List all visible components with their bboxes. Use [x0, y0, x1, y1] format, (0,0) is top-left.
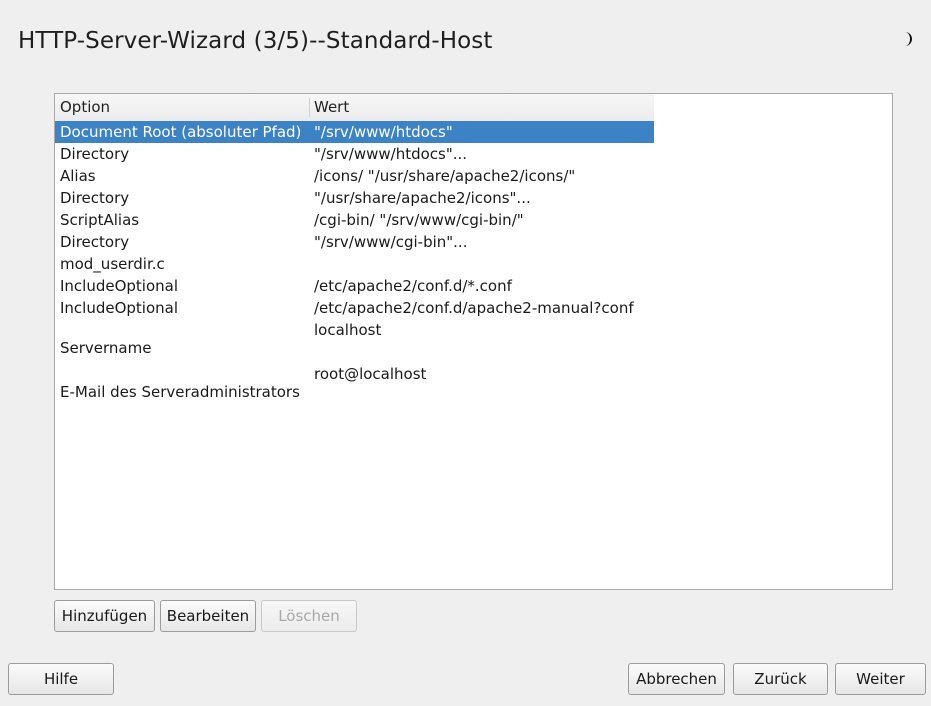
- value-cell: "/srv/www/cgi-bin"...: [314, 233, 468, 251]
- table-row[interactable]: Directory "/srv/www/htdocs"...: [55, 143, 892, 165]
- option-cell: ScriptAlias: [60, 211, 140, 229]
- table-row[interactable]: Alias /icons/ "/usr/share/apache2/icons/…: [55, 165, 892, 187]
- value-cell: /etc/apache2/conf.d/apache2-manual?conf: [314, 299, 634, 317]
- option-cell: Servername: [60, 339, 152, 357]
- abort-button[interactable]: Abbrechen: [628, 663, 725, 695]
- value-cell: "/usr/share/apache2/icons"...: [314, 189, 531, 207]
- next-button[interactable]: Weiter: [835, 663, 926, 695]
- table-row[interactable]: E-Mail des Serveradministrators root@loc…: [55, 363, 892, 407]
- table-row[interactable]: Directory "/usr/share/apache2/icons"...: [55, 187, 892, 209]
- table-body: Document Root (absoluter Pfad) "/srv/www…: [55, 121, 892, 407]
- option-cell: Directory: [60, 233, 130, 251]
- table-row[interactable]: mod_userdir.c: [55, 253, 892, 275]
- value-cell: root@localhost: [314, 365, 427, 383]
- option-cell: IncludeOptional: [60, 277, 179, 295]
- help-button[interactable]: Hilfe: [8, 663, 114, 695]
- moon-icon: [905, 32, 912, 46]
- options-table[interactable]: Option Wert Document Root (absoluter Pfa…: [54, 93, 893, 590]
- value-cell: "/srv/www/htdocs": [314, 123, 453, 141]
- option-cell: mod_userdir.c: [60, 255, 165, 273]
- value-cell: "/srv/www/htdocs"...: [314, 145, 468, 163]
- table-header: Option Wert: [55, 94, 654, 122]
- table-row[interactable]: IncludeOptional /etc/apache2/conf.d/*.co…: [55, 275, 892, 297]
- option-cell: Alias: [60, 167, 96, 185]
- table-row[interactable]: Servername localhost: [55, 319, 892, 363]
- table-row[interactable]: IncludeOptional /etc/apache2/conf.d/apac…: [55, 297, 892, 319]
- value-cell: localhost: [314, 321, 382, 339]
- option-cell: Document Root (absoluter Pfad): [60, 123, 302, 141]
- value-cell: /cgi-bin/ "/srv/www/cgi-bin/": [314, 211, 524, 229]
- table-row[interactable]: Directory "/srv/www/cgi-bin"...: [55, 231, 892, 253]
- value-cell: /etc/apache2/conf.d/*.conf: [314, 277, 512, 295]
- window-title: HTTP-Server-Wizard (3/5)--Standard-Host: [18, 28, 493, 54]
- column-divider: [309, 98, 310, 117]
- add-button[interactable]: Hinzufügen: [54, 600, 155, 632]
- option-cell: Directory: [60, 189, 130, 207]
- column-header-option[interactable]: Option: [60, 98, 110, 116]
- table-row[interactable]: Document Root (absoluter Pfad) "/srv/www…: [55, 121, 892, 143]
- wizard-window: HTTP-Server-Wizard (3/5)--Standard-Host …: [0, 0, 931, 706]
- column-header-value[interactable]: Wert: [314, 98, 349, 116]
- edit-button[interactable]: Bearbeiten: [160, 600, 256, 632]
- option-cell: IncludeOptional: [60, 299, 179, 317]
- option-cell: Directory: [60, 145, 130, 163]
- back-button[interactable]: Zurück: [733, 663, 828, 695]
- delete-button[interactable]: Löschen: [261, 600, 357, 632]
- value-cell: /icons/ "/usr/share/apache2/icons/": [314, 167, 576, 185]
- table-row[interactable]: ScriptAlias /cgi-bin/ "/srv/www/cgi-bin/…: [55, 209, 892, 231]
- option-cell: E-Mail des Serveradministrators: [60, 383, 300, 401]
